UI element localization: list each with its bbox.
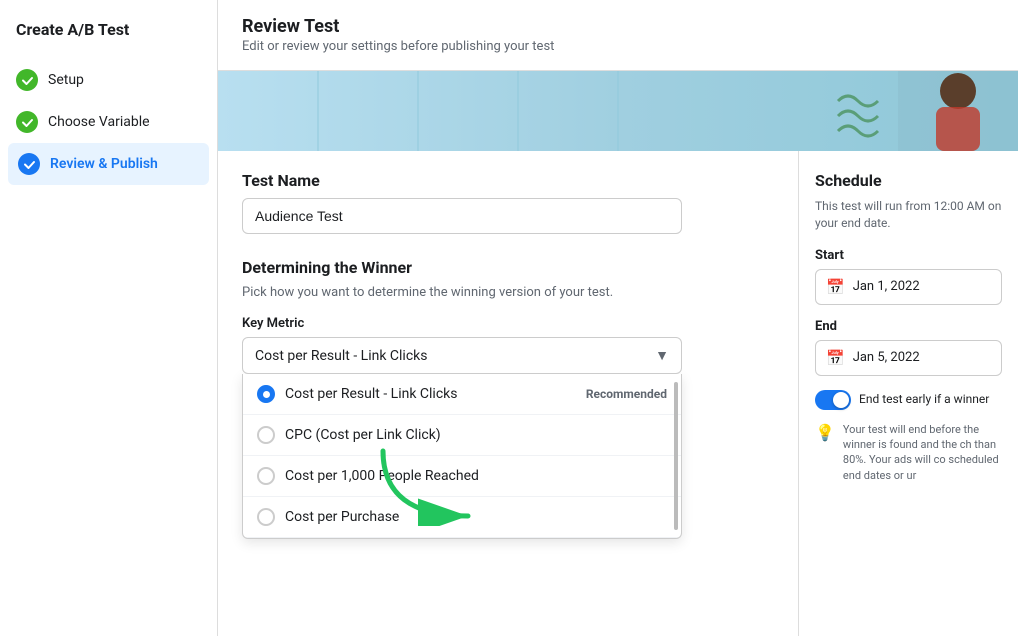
tip-text: Your test will end before the winner is … (843, 422, 1002, 484)
end-label: End (815, 319, 1002, 334)
sidebar-item-choose-variable[interactable]: Choose Variable (0, 101, 217, 143)
dropdown-scrollbar (674, 382, 678, 530)
end-test-early-label: End test early if a winner (859, 392, 989, 408)
tip-box: 💡 Your test will end before the winner i… (815, 422, 1002, 484)
start-date-value: Jan 1, 2022 (853, 279, 920, 294)
radio-cost-per-purchase (257, 508, 275, 526)
dropdown-item-label-cost-per-1000: Cost per 1,000 People Reached (285, 468, 479, 484)
winner-description: Pick how you want to determine the winni… (242, 285, 774, 300)
test-name-section-title: Test Name (242, 171, 774, 190)
sidebar: Create A/B Test Setup Choose Variable Re… (0, 0, 218, 636)
start-label: Start (815, 248, 1002, 263)
sidebar-item-review-publish-label: Review & Publish (50, 156, 158, 172)
review-publish-active-icon (18, 153, 40, 175)
dropdown-item-cpc[interactable]: CPC (Cost per Link Click) (243, 415, 681, 456)
bulb-icon: 💡 (815, 423, 835, 442)
banner-image (218, 71, 1018, 151)
end-test-early-toggle[interactable] (815, 390, 851, 410)
page-title: Review Test (242, 16, 994, 37)
chevron-down-icon: ▼ (655, 347, 669, 364)
sidebar-title: Create A/B Test (0, 20, 217, 59)
dropdown-item-cost-per-purchase[interactable]: Cost per Purchase (243, 497, 681, 538)
setup-check-icon (16, 69, 38, 91)
winner-section-title: Determining the Winner (242, 258, 774, 277)
sidebar-item-choose-variable-label: Choose Variable (48, 114, 150, 130)
page-header: Review Test Edit or review your settings… (218, 0, 1018, 71)
radio-cost-per-1000 (257, 467, 275, 485)
sidebar-item-setup-label: Setup (48, 72, 84, 88)
left-panel: Test Name Determining the Winner Pick ho… (218, 151, 798, 636)
test-name-input[interactable] (242, 198, 682, 234)
content-area: Test Name Determining the Winner Pick ho… (218, 151, 1018, 636)
radio-cpc (257, 426, 275, 444)
choose-variable-check-icon (16, 111, 38, 133)
end-date-value: Jan 5, 2022 (853, 350, 920, 365)
schedule-title: Schedule (815, 171, 1002, 190)
dropdown-item-label-cost-per-purchase: Cost per Purchase (285, 509, 399, 525)
key-metric-label: Key Metric (242, 316, 774, 331)
dropdown-item-label-cost-per-result: Cost per Result - Link Clicks (285, 386, 457, 402)
end-test-early-toggle-row: End test early if a winner (815, 390, 1002, 410)
key-metric-dropdown-menu: Cost per Result - Link Clicks Recommende… (242, 374, 682, 539)
start-calendar-icon: 📅 (826, 278, 845, 296)
dropdown-item-cost-per-1000[interactable]: Cost per 1,000 People Reached (243, 456, 681, 497)
sidebar-item-setup[interactable]: Setup (0, 59, 217, 101)
key-metric-dropdown[interactable]: Cost per Result - Link Clicks ▼ (242, 337, 682, 374)
schedule-description: This test will run from 12:00 AM on your… (815, 198, 1002, 232)
dropdown-item-label-cpc: CPC (Cost per Link Click) (285, 427, 441, 443)
radio-cost-per-result (257, 385, 275, 403)
sidebar-item-review-publish[interactable]: Review & Publish (8, 143, 209, 185)
start-date-field[interactable]: 📅 Jan 1, 2022 (815, 269, 1002, 305)
right-panel: Schedule This test will run from 12:00 A… (798, 151, 1018, 636)
dropdown-item-cost-per-result[interactable]: Cost per Result - Link Clicks Recommende… (243, 374, 681, 415)
end-calendar-icon: 📅 (826, 349, 845, 367)
end-date-field[interactable]: 📅 Jan 5, 2022 (815, 340, 1002, 376)
toggle-knob (833, 392, 849, 408)
dropdown-selected-value: Cost per Result - Link Clicks (255, 348, 427, 364)
page-subtitle: Edit or review your settings before publ… (242, 39, 994, 54)
main-content: Review Test Edit or review your settings… (218, 0, 1018, 636)
recommended-badge: Recommended (586, 387, 667, 401)
